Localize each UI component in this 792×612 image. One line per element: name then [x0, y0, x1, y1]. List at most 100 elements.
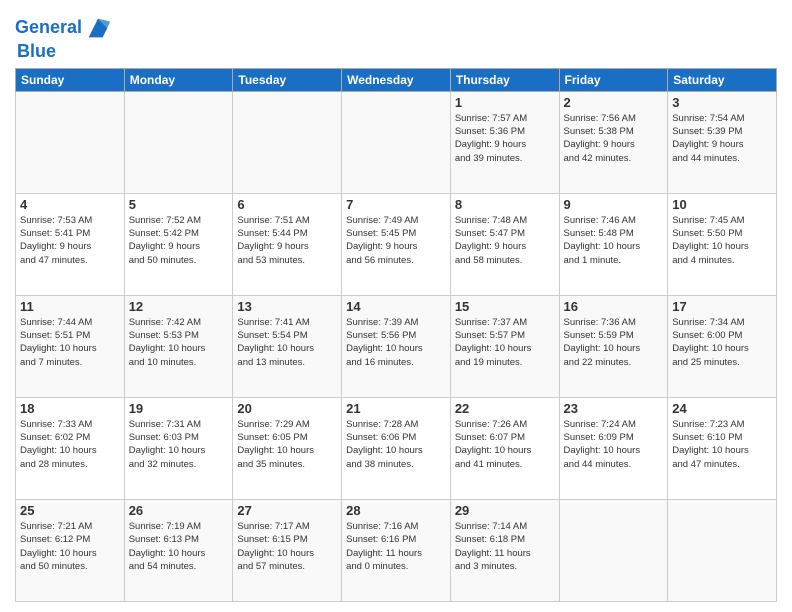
- day-info: Sunrise: 7:19 AM Sunset: 6:13 PM Dayligh…: [129, 520, 229, 573]
- calendar-cell: 17 Sunrise: 7:34 AM Sunset: 6:00 PM Dayli…: [668, 295, 777, 397]
- calendar-cell: 18 Sunrise: 7:33 AM Sunset: 6:02 PM Dayli…: [16, 397, 125, 499]
- calendar-week-row: 4 Sunrise: 7:53 AM Sunset: 5:41 PM Daylig…: [16, 193, 777, 295]
- day-number: 13: [237, 299, 337, 314]
- calendar-week-row: 25Sunrise: 7:21 AM Sunset: 6:12 PM Dayli…: [16, 499, 777, 601]
- day-number: 15: [455, 299, 555, 314]
- calendar-cell: 2 Sunrise: 7:56 AM Sunset: 5:38 PM Daylig…: [559, 91, 668, 193]
- day-number: 21: [346, 401, 446, 416]
- calendar-cell: [342, 91, 451, 193]
- day-info: Sunrise: 7:36 AM Sunset: 5:59 PM Dayligh…: [564, 316, 664, 369]
- calendar-cell: 26 Sunrise: 7:19 AM Sunset: 6:13 PM Dayli…: [124, 499, 233, 601]
- day-number: 17: [672, 299, 772, 314]
- day-info: Sunrise: 7:23 AM Sunset: 6:10 PM Dayligh…: [672, 418, 772, 471]
- day-number: 8: [455, 197, 555, 212]
- calendar-cell: [16, 91, 125, 193]
- calendar-cell: 11 Sunrise: 7:44 AM Sunset: 5:51 PM Dayli…: [16, 295, 125, 397]
- day-info: Sunrise: 7:26 AM Sunset: 6:07 PM Dayligh…: [455, 418, 555, 471]
- day-number: 18: [20, 401, 120, 416]
- weekday-header: Thursday: [450, 68, 559, 91]
- day-info: Sunrise: 7:54 AM Sunset: 5:39 PM Dayligh…: [672, 112, 772, 165]
- calendar-cell: 25Sunrise: 7:21 AM Sunset: 6:12 PM Dayli…: [16, 499, 125, 601]
- day-number: 11: [20, 299, 120, 314]
- day-info: Sunrise: 7:39 AM Sunset: 5:56 PM Dayligh…: [346, 316, 446, 369]
- day-number: 4: [20, 197, 120, 212]
- day-info: Sunrise: 7:14 AM Sunset: 6:18 PM Dayligh…: [455, 520, 555, 573]
- day-info: Sunrise: 7:42 AM Sunset: 5:53 PM Dayligh…: [129, 316, 229, 369]
- day-number: 10: [672, 197, 772, 212]
- logo: General Blue: [15, 14, 112, 62]
- calendar-cell: 28Sunrise: 7:16 AM Sunset: 6:16 PM Dayli…: [342, 499, 451, 601]
- calendar-week-row: 18 Sunrise: 7:33 AM Sunset: 6:02 PM Dayli…: [16, 397, 777, 499]
- calendar-cell: 24Sunrise: 7:23 AM Sunset: 6:10 PM Dayli…: [668, 397, 777, 499]
- day-info: Sunrise: 7:56 AM Sunset: 5:38 PM Dayligh…: [564, 112, 664, 165]
- calendar-cell: [559, 499, 668, 601]
- day-info: Sunrise: 7:41 AM Sunset: 5:54 PM Dayligh…: [237, 316, 337, 369]
- calendar-cell: 19 Sunrise: 7:31 AM Sunset: 6:03 PM Dayli…: [124, 397, 233, 499]
- day-number: 2: [564, 95, 664, 110]
- weekday-header: Monday: [124, 68, 233, 91]
- calendar-cell: 1Sunrise: 7:57 AM Sunset: 5:36 PM Daylig…: [450, 91, 559, 193]
- weekday-header: Saturday: [668, 68, 777, 91]
- day-number: 26: [129, 503, 229, 518]
- day-info: Sunrise: 7:53 AM Sunset: 5:41 PM Dayligh…: [20, 214, 120, 267]
- day-number: 9: [564, 197, 664, 212]
- day-number: 23: [564, 401, 664, 416]
- day-info: Sunrise: 7:51 AM Sunset: 5:44 PM Dayligh…: [237, 214, 337, 267]
- logo-text: General: [15, 18, 82, 38]
- calendar-week-row: 1Sunrise: 7:57 AM Sunset: 5:36 PM Daylig…: [16, 91, 777, 193]
- header: General Blue: [15, 10, 777, 62]
- calendar-cell: 29 Sunrise: 7:14 AM Sunset: 6:18 PM Dayli…: [450, 499, 559, 601]
- weekday-header: Sunday: [16, 68, 125, 91]
- day-info: Sunrise: 7:57 AM Sunset: 5:36 PM Dayligh…: [455, 112, 555, 165]
- page: General Blue SundayMondayTuesdayWednesda…: [0, 0, 792, 612]
- day-info: Sunrise: 7:24 AM Sunset: 6:09 PM Dayligh…: [564, 418, 664, 471]
- day-info: Sunrise: 7:28 AM Sunset: 6:06 PM Dayligh…: [346, 418, 446, 471]
- calendar-cell: 13 Sunrise: 7:41 AM Sunset: 5:54 PM Dayli…: [233, 295, 342, 397]
- calendar-cell: 21 Sunrise: 7:28 AM Sunset: 6:06 PM Dayli…: [342, 397, 451, 499]
- day-info: Sunrise: 7:48 AM Sunset: 5:47 PM Dayligh…: [455, 214, 555, 267]
- day-number: 3: [672, 95, 772, 110]
- calendar-cell: 5Sunrise: 7:52 AM Sunset: 5:42 PM Daylig…: [124, 193, 233, 295]
- calendar-cell: 3 Sunrise: 7:54 AM Sunset: 5:39 PM Daylig…: [668, 91, 777, 193]
- logo-icon: [84, 14, 112, 42]
- day-number: 14: [346, 299, 446, 314]
- day-number: 29: [455, 503, 555, 518]
- day-number: 5: [129, 197, 229, 212]
- calendar-cell: 9 Sunrise: 7:46 AM Sunset: 5:48 PM Daylig…: [559, 193, 668, 295]
- calendar-cell: [668, 499, 777, 601]
- calendar-cell: 15Sunrise: 7:37 AM Sunset: 5:57 PM Dayli…: [450, 295, 559, 397]
- day-number: 19: [129, 401, 229, 416]
- calendar-cell: 8 Sunrise: 7:48 AM Sunset: 5:47 PM Daylig…: [450, 193, 559, 295]
- calendar-cell: 7 Sunrise: 7:49 AM Sunset: 5:45 PM Daylig…: [342, 193, 451, 295]
- day-number: 7: [346, 197, 446, 212]
- calendar-cell: 12 Sunrise: 7:42 AM Sunset: 5:53 PM Dayli…: [124, 295, 233, 397]
- day-info: Sunrise: 7:45 AM Sunset: 5:50 PM Dayligh…: [672, 214, 772, 267]
- day-number: 22: [455, 401, 555, 416]
- weekday-header: Tuesday: [233, 68, 342, 91]
- day-number: 20: [237, 401, 337, 416]
- header-row: SundayMondayTuesdayWednesdayThursdayFrid…: [16, 68, 777, 91]
- day-number: 16: [564, 299, 664, 314]
- day-info: Sunrise: 7:33 AM Sunset: 6:02 PM Dayligh…: [20, 418, 120, 471]
- calendar-cell: [124, 91, 233, 193]
- weekday-header: Wednesday: [342, 68, 451, 91]
- day-info: Sunrise: 7:46 AM Sunset: 5:48 PM Dayligh…: [564, 214, 664, 267]
- calendar-table: SundayMondayTuesdayWednesdayThursdayFrid…: [15, 68, 777, 602]
- day-number: 6: [237, 197, 337, 212]
- day-info: Sunrise: 7:49 AM Sunset: 5:45 PM Dayligh…: [346, 214, 446, 267]
- calendar-cell: 27Sunrise: 7:17 AM Sunset: 6:15 PM Dayli…: [233, 499, 342, 601]
- calendar-cell: [233, 91, 342, 193]
- day-number: 12: [129, 299, 229, 314]
- calendar-cell: 6 Sunrise: 7:51 AM Sunset: 5:44 PM Daylig…: [233, 193, 342, 295]
- day-info: Sunrise: 7:16 AM Sunset: 6:16 PM Dayligh…: [346, 520, 446, 573]
- day-info: Sunrise: 7:34 AM Sunset: 6:00 PM Dayligh…: [672, 316, 772, 369]
- day-info: Sunrise: 7:31 AM Sunset: 6:03 PM Dayligh…: [129, 418, 229, 471]
- logo-blue-text: Blue: [17, 42, 56, 62]
- calendar-cell: 20Sunrise: 7:29 AM Sunset: 6:05 PM Dayli…: [233, 397, 342, 499]
- calendar-cell: 23 Sunrise: 7:24 AM Sunset: 6:09 PM Dayli…: [559, 397, 668, 499]
- calendar-cell: 10 Sunrise: 7:45 AM Sunset: 5:50 PM Dayli…: [668, 193, 777, 295]
- calendar-cell: 22 Sunrise: 7:26 AM Sunset: 6:07 PM Dayli…: [450, 397, 559, 499]
- calendar-week-row: 11 Sunrise: 7:44 AM Sunset: 5:51 PM Dayli…: [16, 295, 777, 397]
- day-info: Sunrise: 7:21 AM Sunset: 6:12 PM Dayligh…: [20, 520, 120, 573]
- day-info: Sunrise: 7:44 AM Sunset: 5:51 PM Dayligh…: [20, 316, 120, 369]
